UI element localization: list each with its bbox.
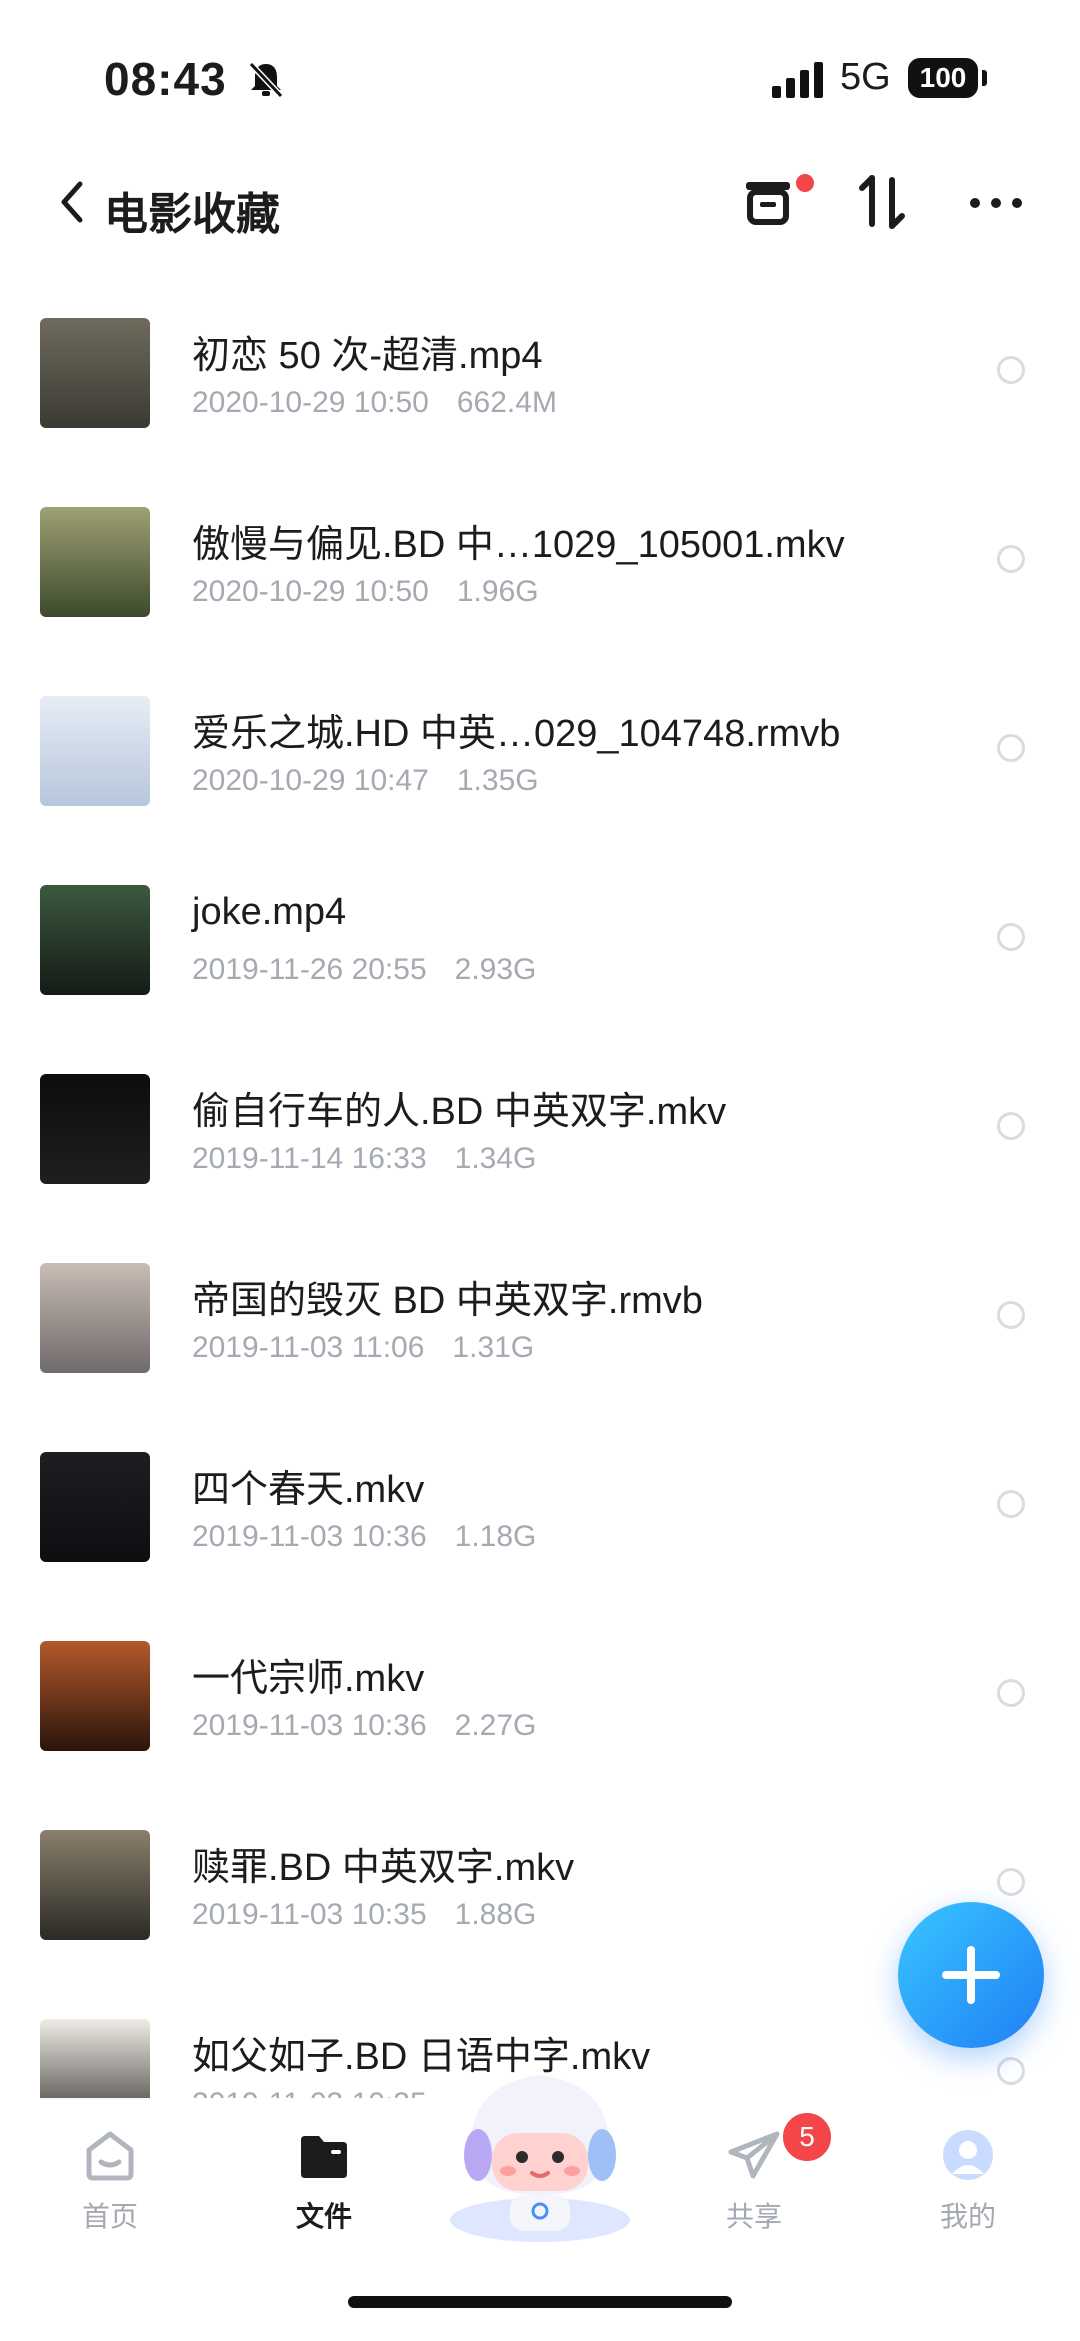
file-list[interactable]: 初恋 50 次-超清.mp4 2020-10-29 10:50 662.4M 傲慢与偏… — [0, 300, 1080, 2100]
file-date: 2020-10-29 10:47 — [192, 764, 429, 797]
tab-files[interactable]: 文件 — [254, 2128, 394, 2235]
file-size: 1.35G — [456, 764, 539, 797]
select-checkbox[interactable] — [997, 545, 1025, 573]
file-date: 2019-11-26 20:55 — [192, 953, 427, 986]
file-meta: 2019-11-03 10:36 2.27G — [192, 1709, 536, 1743]
file-row[interactable]: 四个春天.mkv 2019-11-03 10:36 1.18G — [0, 1434, 1080, 1623]
select-checkbox[interactable] — [997, 1490, 1025, 1518]
file-size: 1.96G — [456, 575, 539, 608]
file-date: 2020-10-29 10:50 — [192, 386, 429, 419]
file-size: 2.27G — [454, 1709, 537, 1742]
select-checkbox[interactable] — [997, 1679, 1025, 1707]
file-name: 傲慢与偏见.BD 中…1029_105001.mkv — [192, 524, 845, 566]
network-type: 5G — [840, 56, 891, 98]
select-checkbox[interactable] — [997, 734, 1025, 762]
video-thumbnail — [40, 885, 150, 995]
file-size: 1.18G — [454, 1520, 537, 1553]
file-date: 2019-11-03 11:06 — [192, 1331, 425, 1364]
tab-mine-label: 我的 — [939, 2201, 996, 2232]
file-size: 662.4M — [456, 386, 557, 419]
tab-mine[interactable]: 我的 — [898, 2128, 1038, 2235]
select-checkbox[interactable] — [997, 923, 1025, 951]
battery-level: 100 — [908, 58, 978, 98]
video-thumbnail — [40, 1452, 150, 1562]
file-row[interactable]: 爱乐之城.HD 中英…029_104748.rmvb 2020-10-29 10:… — [0, 678, 1080, 867]
video-thumbnail — [40, 507, 150, 617]
folder-icon — [301, 2136, 347, 2178]
file-row[interactable]: 初恋 50 次-超清.mp4 2020-10-29 10:50 662.4M — [0, 300, 1080, 489]
assistant-mascot-icon[interactable] — [440, 2045, 640, 2245]
select-checkbox[interactable] — [997, 2057, 1025, 2085]
more-icon[interactable] — [968, 196, 1024, 210]
back-chevron-icon[interactable] — [58, 180, 86, 224]
file-name: 爱乐之城.HD 中英…029_104748.rmvb — [192, 713, 841, 755]
file-date: 2019-11-03 10:36 — [192, 1520, 427, 1553]
page-title: 电影收藏 — [104, 190, 280, 239]
battery-tip — [982, 70, 987, 86]
select-checkbox[interactable] — [997, 1868, 1025, 1896]
file-name: 初恋 50 次-超清.mp4 — [192, 335, 543, 377]
home-icon — [86, 2131, 134, 2181]
file-name: 赎罪.BD 中英双字.mkv — [192, 1847, 575, 1889]
video-thumbnail — [40, 1641, 150, 1751]
file-name: 帝国的毁灭 BD 中英双字.rmvb — [192, 1280, 703, 1322]
file-name: joke.mp4 — [192, 891, 347, 933]
file-size: 1.34G — [454, 1142, 537, 1175]
notification-dot — [796, 174, 814, 192]
file-meta: 2020-10-29 10:50 662.4M — [192, 386, 557, 420]
select-checkbox[interactable] — [997, 1112, 1025, 1140]
select-checkbox[interactable] — [997, 356, 1025, 384]
file-date: 2019-11-03 10:35 — [192, 1898, 427, 1931]
video-thumbnail — [40, 1263, 150, 1373]
video-thumbnail — [40, 2019, 150, 2100]
file-row[interactable]: 偷自行车的人.BD 中英双字.mkv 2019-11-14 16:33 1.34G — [0, 1056, 1080, 1245]
avatar-icon — [943, 2130, 993, 2180]
file-name: 偷自行车的人.BD 中英双字.mkv — [192, 1091, 727, 1133]
file-row[interactable]: 一代宗师.mkv 2019-11-03 10:36 2.27G — [0, 1623, 1080, 1812]
file-meta: 2019-11-14 16:33 1.34G — [192, 1142, 536, 1176]
file-meta: 2020-10-29 10:50 1.96G — [192, 575, 539, 609]
recycle-bin-icon[interactable] — [740, 170, 800, 234]
file-meta: 2019-11-03 10:36 1.18G — [192, 1520, 536, 1554]
file-name: 一代宗师.mkv — [192, 1658, 425, 1700]
home-indicator[interactable] — [348, 2296, 732, 2308]
file-size: 1.88G — [454, 1898, 537, 1931]
paper-plane-icon — [728, 2131, 780, 2179]
bell-muted-icon — [248, 61, 284, 99]
signal-icon — [772, 62, 823, 98]
status-time: 08:43 — [104, 53, 227, 105]
file-date: 2019-11-03 10:36 — [192, 1709, 427, 1742]
select-checkbox[interactable] — [997, 1301, 1025, 1329]
file-row[interactable]: joke.mp4 2019-11-26 20:55 2.93G — [0, 867, 1080, 1056]
file-row[interactable]: 帝国的毁灭 BD 中英双字.rmvb 2019-11-03 11:06 1.31G — [0, 1245, 1080, 1434]
tab-home-label: 首页 — [81, 2201, 138, 2232]
tab-home[interactable]: 首页 — [40, 2128, 180, 2235]
video-thumbnail — [40, 1830, 150, 1940]
video-thumbnail — [40, 1074, 150, 1184]
file-size: 1.31G — [452, 1331, 535, 1364]
video-thumbnail — [40, 318, 150, 428]
file-meta: 2019-11-03 11:06 1.31G — [192, 1331, 534, 1365]
file-meta: 2019-11-03 10:35 1.88G — [192, 1898, 536, 1932]
file-row[interactable]: 傲慢与偏见.BD 中…1029_105001.mkv 2020-10-29 10:… — [0, 489, 1080, 678]
share-badge: 5 — [780, 2110, 834, 2164]
file-date: 2019-11-14 16:33 — [192, 1142, 427, 1175]
file-date: 2020-10-29 10:50 — [192, 575, 429, 608]
tab-files-label: 文件 — [295, 2201, 352, 2232]
file-size: 2.93G — [454, 953, 537, 986]
add-button[interactable] — [898, 1902, 1044, 2048]
tab-share-label: 共享 — [725, 2201, 782, 2232]
video-thumbnail — [40, 696, 150, 806]
file-meta: 2019-11-26 20:55 2.93G — [192, 953, 536, 987]
file-name: 四个春天.mkv — [192, 1469, 425, 1511]
file-meta: 2020-10-29 10:47 1.35G — [192, 764, 539, 798]
sort-icon[interactable] — [856, 170, 908, 234]
